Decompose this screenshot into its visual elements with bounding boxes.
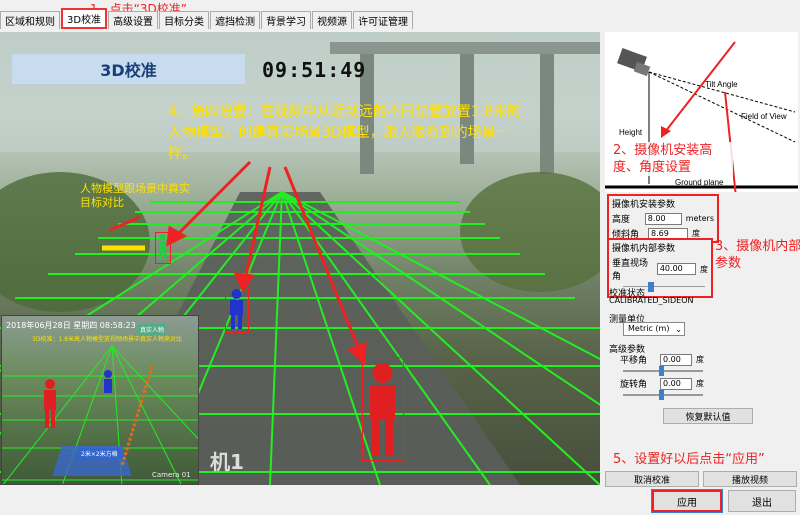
cancel-calibration-button[interactable]: 取消校准 xyxy=(605,471,699,487)
pan-row: 平移角 0.00 度 xyxy=(617,352,707,367)
human-model-far[interactable] xyxy=(155,232,171,264)
human-model-near[interactable] xyxy=(362,357,404,461)
height-input[interactable]: 8.00 xyxy=(644,212,682,225)
tab-video-source[interactable]: 视频源 xyxy=(312,11,353,29)
vfov-field-label: 垂直视场角 xyxy=(612,259,649,282)
apply-button[interactable]: 应用 xyxy=(651,489,723,513)
rotation-slider-thumb[interactable] xyxy=(659,390,664,400)
human-model-mid[interactable] xyxy=(225,287,249,333)
red-figure-icon xyxy=(370,363,395,455)
height-row: 高度 8.00 meters xyxy=(609,211,717,226)
calibration-title: 3D校准 xyxy=(12,54,245,84)
step4-annotation: 4、第四设置：在视频中从近到远的不同位置放置1.8米的人物模型，创建真实场景3D… xyxy=(168,104,522,162)
compare-annotation: 人物模型跟场景中真实目标对比 xyxy=(80,182,190,209)
step2-annotation: 2、摄像机安装高度、角度设置 xyxy=(613,142,733,176)
step5-annotation: 5、设置好以后点击“应用” xyxy=(613,452,765,467)
inset-size-label: 2米×2米方格 xyxy=(78,448,121,459)
rotation-unit: 度 xyxy=(696,379,704,388)
pan-field-label: 平移角 xyxy=(620,356,648,366)
example-inset: 2018年06月28日 星期四 08:58:23 3D校准：1.8米高人物模型放… xyxy=(1,315,199,485)
internal-params-title: 摄像机内部参数 xyxy=(612,244,676,254)
height-label: Height xyxy=(619,128,643,137)
chevron-down-icon: ⌄ xyxy=(675,325,682,334)
tab-license-management[interactable]: 许可证管理 xyxy=(353,11,414,29)
rotation-row: 旋转角 0.00 度 xyxy=(617,376,707,391)
inset-caption: 3D校准：1.8米高人物模型放视频场景中真实人物来对比 xyxy=(32,336,182,343)
restore-defaults-button[interactable]: 恢复默认值 xyxy=(663,408,753,424)
status-value: CALIBRATED_SIDEON xyxy=(609,296,694,305)
camera-label: 机1 xyxy=(210,450,244,474)
height-field-label: 高度 xyxy=(612,215,631,225)
rotation-slider[interactable] xyxy=(623,390,703,400)
tab-advanced-settings[interactable]: 高级设置 xyxy=(108,11,159,29)
tilt-angle-label: Tilt Angle xyxy=(705,80,738,89)
field-of-view-label: Field of View xyxy=(741,112,787,121)
vfov-unit: 度 xyxy=(700,264,708,274)
tab-zones-rules[interactable]: 区域和规则 xyxy=(0,11,60,29)
step3-annotation: 3、摄像机内部参数 xyxy=(715,239,800,271)
rotation-input[interactable]: 0.00 xyxy=(660,377,692,390)
tab-3d-calibration[interactable]: 3D校准 xyxy=(61,8,108,29)
vfov-input[interactable]: 40.00 xyxy=(656,263,696,275)
pan-input[interactable]: 0.00 xyxy=(660,353,692,366)
inset-camera-label: Camera 01 xyxy=(152,471,191,479)
camera-diagram: Tilt Angle Field of View Height Ground p… xyxy=(605,32,798,192)
tab-background-learning[interactable]: 背景学习 xyxy=(261,11,312,29)
units-select-value: Metric (m) xyxy=(628,324,670,333)
rotation-field-label: 旋转角 xyxy=(620,380,648,390)
calibration-panel: Tilt Angle Field of View Height Ground p… xyxy=(601,32,800,487)
blue-figure-icon xyxy=(230,289,243,329)
pan-slider-thumb[interactable] xyxy=(659,366,664,376)
tab-occlusion-detection[interactable]: 遮挡检测 xyxy=(210,11,261,29)
install-params-title: 摄像机安装参数 xyxy=(612,200,676,210)
vfov-row: 垂直视场角 40.00 度 xyxy=(609,255,711,283)
inset-tag: 真实人物 xyxy=(138,324,167,335)
inset-timestamp: 2018年06月28日 星期四 08:58:23 xyxy=(6,321,136,330)
install-params-group: 摄像机安装参数 高度 8.00 meters 倾斜角 8.69 度 xyxy=(607,194,719,243)
units-select[interactable]: Metric (m) ⌄ xyxy=(623,322,685,336)
green-figure-icon xyxy=(159,234,166,260)
ground-plane-label: Ground plane xyxy=(675,178,724,187)
video-view[interactable]: 3D校准 09:51:49 4、第四设置：在视频中从近到远的不同位置放置1.8米… xyxy=(0,32,600,485)
vfov-slider-thumb[interactable] xyxy=(647,282,654,292)
height-unit: meters xyxy=(685,214,714,223)
tab-bar: 区域和规则 3D校准 高级设置 目标分类 遮挡检测 背景学习 视频源 许可证管理 xyxy=(0,8,414,29)
video-clock: 09:51:49 xyxy=(262,58,367,82)
pan-slider[interactable] xyxy=(623,366,703,376)
exit-button[interactable]: 退出 xyxy=(728,490,796,512)
pan-unit: 度 xyxy=(696,355,704,364)
play-video-button[interactable]: 播放视频 xyxy=(703,471,797,487)
tab-target-classification[interactable]: 目标分类 xyxy=(159,11,210,29)
